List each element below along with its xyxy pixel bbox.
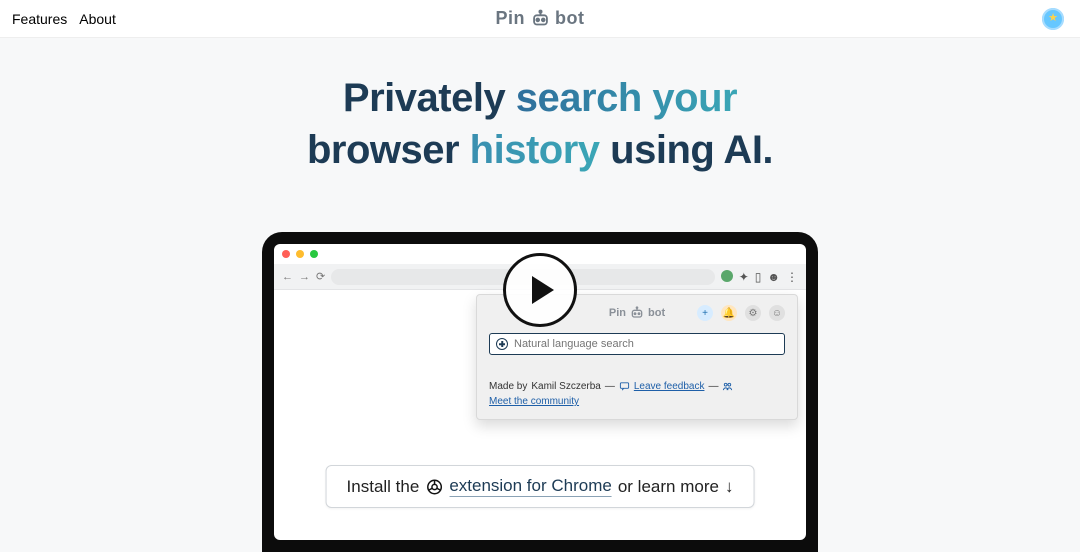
star-icon: ★ xyxy=(1048,13,1058,24)
headline-word: using AI. xyxy=(600,128,774,172)
page-headline: Privately search your browser history us… xyxy=(0,72,1080,176)
gear-icon[interactable]: ⚙ xyxy=(745,305,761,321)
play-button[interactable] xyxy=(503,253,577,327)
play-icon xyxy=(532,276,554,304)
robot-icon xyxy=(529,8,551,30)
extension-dot-icon xyxy=(721,270,733,282)
extension-icons: ✦ ▯ ☻ ⋮ xyxy=(721,270,798,284)
popup-action-icons: + 🔔 ⚙ ☺ xyxy=(697,305,785,321)
brand-prefix: Pin xyxy=(496,8,526,29)
separator: — xyxy=(708,381,718,392)
popup-footer: Made by Kamil Szczerba — Leave feedback … xyxy=(489,381,785,407)
brand-logo[interactable]: Pin bot xyxy=(496,8,585,30)
feedback-icon xyxy=(619,381,630,392)
popup-brand: Pin bot xyxy=(609,305,665,321)
face-icon[interactable]: ☺ xyxy=(769,305,785,321)
reload-icon: ⟳ xyxy=(316,270,325,283)
nav-features[interactable]: Features xyxy=(12,11,67,27)
robot-icon xyxy=(629,305,645,321)
down-arrow-icon: ↓ xyxy=(725,477,734,497)
cta-suffix: or learn more xyxy=(618,477,719,497)
bell-icon[interactable]: 🔔 xyxy=(721,305,737,321)
nav-links: Features About xyxy=(12,11,116,27)
popup-brand-suffix: bot xyxy=(648,307,665,319)
rating-badge[interactable]: ★ xyxy=(1042,8,1064,30)
kebab-icon: ⋮ xyxy=(786,270,798,284)
search-input[interactable] xyxy=(514,338,778,350)
cta-prefix: Install the xyxy=(347,477,420,497)
headline-accent: search your xyxy=(516,76,737,120)
author-name: Kamil Szczerba xyxy=(531,381,600,392)
puzzle-icon: ✦ xyxy=(739,270,749,284)
separator: — xyxy=(605,381,615,392)
nav-about[interactable]: About xyxy=(79,11,116,27)
profile-icon: ☻ xyxy=(767,270,780,284)
headline-accent: history xyxy=(470,128,600,172)
popup-brand-prefix: Pin xyxy=(609,307,626,319)
maximize-dot-icon xyxy=(310,250,318,258)
back-icon: ← xyxy=(282,271,293,283)
chrome-link[interactable]: extension for Chrome xyxy=(449,476,612,497)
made-by-text: Made by xyxy=(489,381,527,392)
close-dot-icon xyxy=(282,250,290,258)
feedback-link[interactable]: Leave feedback xyxy=(634,381,705,392)
plus-circle-icon xyxy=(496,338,508,350)
brand-suffix: bot xyxy=(555,8,584,29)
community-link[interactable]: Meet the community xyxy=(489,396,579,407)
headline-word: browser xyxy=(307,128,470,172)
community-icon xyxy=(722,381,733,392)
minimize-dot-icon xyxy=(296,250,304,258)
install-cta[interactable]: Install the extension for Chrome or lear… xyxy=(326,465,755,508)
add-icon[interactable]: + xyxy=(697,305,713,321)
square-icon: ▯ xyxy=(755,270,762,284)
top-bar: Features About Pin bot ★ xyxy=(0,0,1080,38)
headline-word: Privately xyxy=(343,76,516,120)
chrome-icon xyxy=(425,478,443,496)
search-box[interactable] xyxy=(489,333,785,355)
forward-icon: → xyxy=(299,271,310,283)
